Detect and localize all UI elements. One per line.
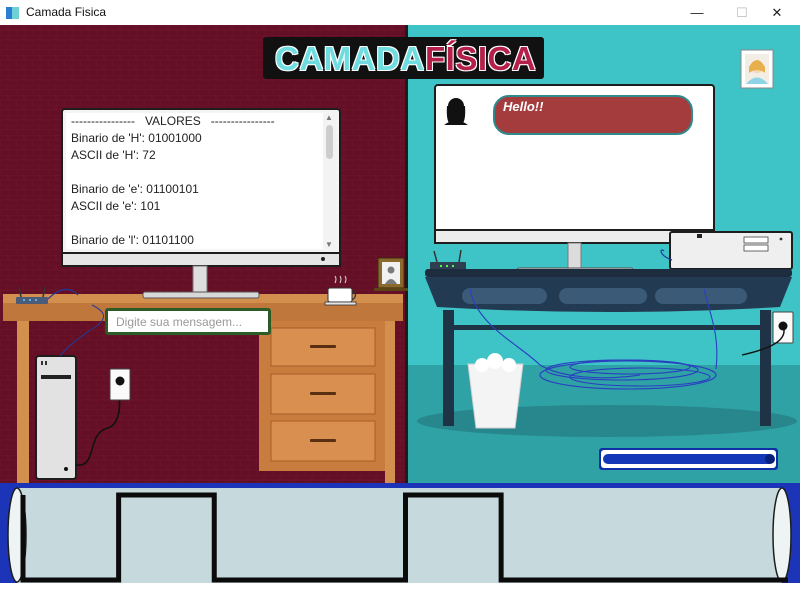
chat-bubble: Hello!! (493, 95, 693, 135)
values-line (66, 215, 323, 232)
progress-bar (599, 448, 778, 470)
signal-cable (0, 483, 800, 590)
values-line: ---------------- VALORES ---------------… (71, 114, 275, 128)
values-line: Binario de 'e': 01100101 (71, 182, 199, 196)
chat-bubble-text: Hello!! (503, 99, 544, 114)
close-button[interactable]: ✕ (754, 0, 800, 25)
values-line: ASCII de 'H': 72 (71, 148, 156, 162)
heading-part-1: CAMADA (275, 40, 425, 77)
values-line (66, 164, 323, 181)
window-title: Camada Fisica (26, 5, 107, 19)
sender-room (0, 25, 408, 483)
app-icon (6, 6, 19, 19)
progress-fill (603, 454, 774, 464)
minimize-button[interactable]: — (674, 0, 720, 25)
progress-knob (765, 454, 775, 464)
sender-computer-tower (35, 355, 77, 480)
values-line: Binario de 'H': 01001000 (71, 131, 202, 145)
values-line: ASCII de 'e': 101 (71, 199, 161, 213)
page-heading: CAMADA FÍSICA (263, 37, 544, 79)
scroll-down-icon[interactable]: ▼ (325, 240, 333, 249)
receiver-computer (669, 231, 793, 270)
message-input[interactable] (105, 308, 271, 335)
trash-can (467, 353, 524, 429)
values-scrollbar[interactable]: ▲ ▼ (323, 113, 336, 249)
scroll-up-icon[interactable]: ▲ (325, 113, 333, 122)
values-log[interactable]: ---------------- VALORES ---------------… (66, 113, 323, 249)
picture-frame (374, 257, 408, 291)
receiver-profile-photo (740, 49, 774, 89)
heading-part-2: FÍSICA (425, 40, 537, 77)
scene (0, 25, 800, 483)
scrollbar-thumb[interactable] (326, 125, 333, 159)
values-line: Binario de 'l': 01101100 (71, 233, 194, 247)
receiver-room (408, 25, 800, 483)
title-bar: Camada Fisica — ☐ ✕ (0, 0, 800, 26)
sender-power-outlet (109, 368, 131, 401)
